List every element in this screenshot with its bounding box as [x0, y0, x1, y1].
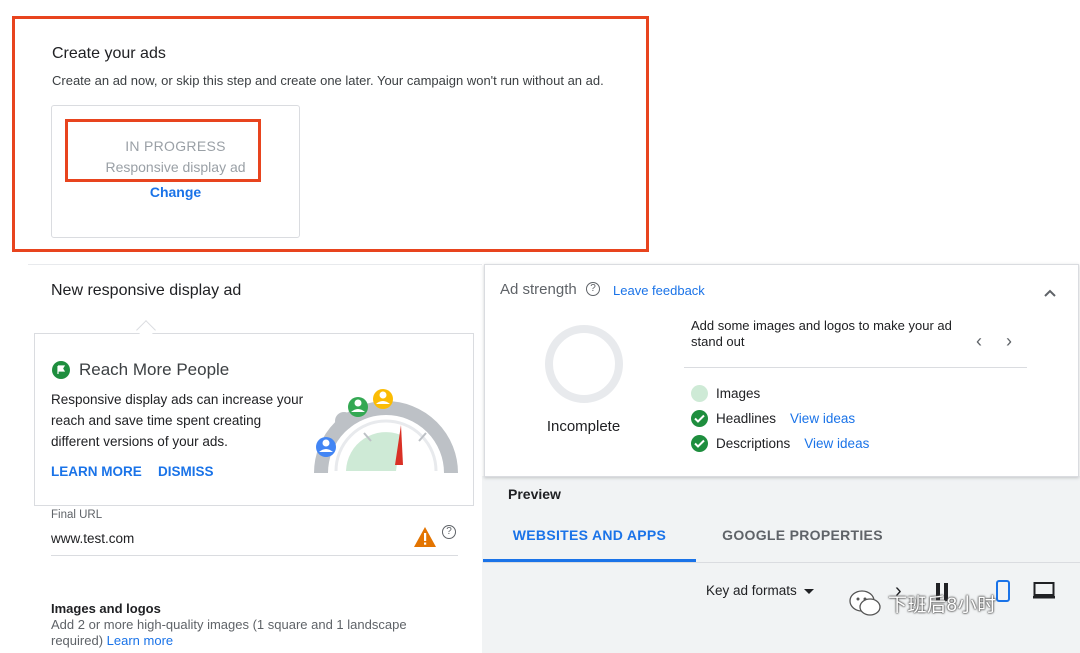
ad-strength-tip: Add some images and logos to make your a… [691, 318, 952, 349]
wechat-logo-icon [849, 590, 881, 616]
leave-feedback-link[interactable]: Leave feedback [613, 283, 705, 298]
ad-strength-label: Ad strength [500, 281, 577, 298]
checklist-label: Headlines [716, 411, 777, 426]
create-ads-description: Create an ad now, or skip this step and … [52, 73, 604, 88]
chevron-left-icon[interactable]: ‹ [976, 331, 982, 352]
preview-panel [482, 476, 1080, 653]
help-icon[interactable]: ? [586, 282, 600, 296]
divider [34, 333, 474, 334]
chevron-right-icon[interactable]: › [1006, 331, 1012, 352]
final-url-input[interactable]: www.test.com [51, 531, 134, 546]
flag-icon [52, 361, 70, 379]
ad-formats-select[interactable]: Key ad formats [706, 583, 797, 598]
chevron-up-icon[interactable] [1042, 285, 1058, 301]
check-circle-icon [691, 435, 708, 452]
divider [684, 367, 1027, 368]
final-url-underline [51, 555, 458, 556]
checklist-label: Descriptions [716, 436, 791, 451]
dropdown-arrow-icon[interactable] [804, 589, 814, 594]
images-learn-more-link[interactable]: Learn more [107, 633, 173, 648]
images-and-logos-title: Images and logos [51, 601, 161, 616]
change-ad-link[interactable]: Change [52, 184, 299, 200]
reach-card-body: Responsive display ads can increase your… [51, 392, 304, 449]
tab-websites-and-apps[interactable]: WEBSITES AND APPS [483, 513, 696, 563]
ad-strength-meter [545, 325, 623, 403]
preview-title: Preview [508, 486, 561, 502]
checklist-item-images: Images [691, 385, 760, 402]
check-circle-icon [691, 410, 708, 427]
checklist-item-headlines: Headlines View ideas [691, 410, 855, 427]
watermark-text: 下班后8小时 [888, 595, 997, 616]
ad-strength-status: Incomplete [546, 418, 621, 435]
divider [483, 562, 1080, 563]
editor-title: New responsive display ad [51, 282, 242, 299]
desktop-device-icon[interactable] [1033, 582, 1055, 599]
pending-circle-icon [691, 385, 708, 402]
reach-gauge-illustration [314, 389, 458, 474]
checklist-item-descriptions: Descriptions View ideas [691, 435, 869, 452]
images-and-logos-description: Add 2 or more high-quality images (1 squ… [51, 617, 431, 649]
images-description-text: Add 2 or more high-quality images (1 squ… [51, 617, 407, 648]
reach-card-title: Reach More People [79, 360, 230, 379]
ad-type: Responsive display ad [105, 159, 246, 175]
dismiss-button[interactable]: DISMISS [158, 464, 214, 479]
help-icon[interactable]: ? [442, 525, 456, 539]
mobile-device-icon[interactable] [996, 580, 1010, 602]
checklist-label: Images [716, 386, 761, 401]
view-ideas-link[interactable]: View ideas [804, 436, 869, 451]
final-url-label: Final URL [51, 509, 103, 521]
view-ideas-link[interactable]: View ideas [790, 411, 855, 426]
learn-more-button[interactable]: LEARN MORE [51, 464, 142, 479]
warning-icon [414, 527, 436, 547]
create-ads-title: Create your ads [52, 45, 166, 62]
ad-status: IN PROGRESS [125, 138, 226, 154]
tab-google-properties[interactable]: GOOGLE PROPERTIES [696, 513, 909, 563]
